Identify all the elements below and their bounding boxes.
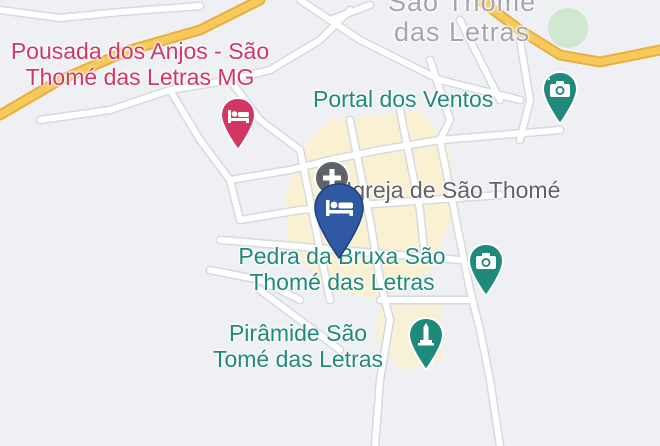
place-name-line: Thomé das Letras MG xyxy=(25,64,255,90)
place-label-piramide[interactable]: Pirâmide São Tomé das Letras xyxy=(190,320,406,372)
place-name-line: Pousada dos Anjos - São xyxy=(10,38,270,64)
place-label-pousada-dos-anjos[interactable]: Pousada dos Anjos - São Thomé das Letras… xyxy=(0,38,290,90)
monument-pin-piramide[interactable] xyxy=(407,316,445,372)
place-name-line: Pirâmide São xyxy=(228,320,368,346)
hotel-pin-pousada[interactable] xyxy=(219,96,257,152)
attraction-pin-pedra[interactable] xyxy=(467,242,505,298)
place-name-line: Thomé das Letras xyxy=(249,269,435,295)
park-area xyxy=(548,8,588,48)
place-name-line: Tomé das Letras xyxy=(212,346,384,372)
place-label-portal-dos-ventos[interactable]: Portal dos Ventos xyxy=(313,86,493,112)
attraction-pin-portal[interactable] xyxy=(541,70,579,126)
place-label-igreja[interactable]: Igreja de São Thomé xyxy=(346,177,560,203)
town-label: São Thomé das Letras xyxy=(388,0,536,47)
place-name-line: Portal dos Ventos xyxy=(313,86,494,112)
town-label-line: São Thomé xyxy=(388,0,537,17)
place-name-line: Igreja de São Thomé xyxy=(346,177,561,203)
map-canvas[interactable]: São Thomé das Letras Pousada dos Anjos -… xyxy=(0,0,660,446)
town-label-line: das Letras xyxy=(394,17,531,47)
selected-hotel-marker[interactable] xyxy=(313,182,365,260)
